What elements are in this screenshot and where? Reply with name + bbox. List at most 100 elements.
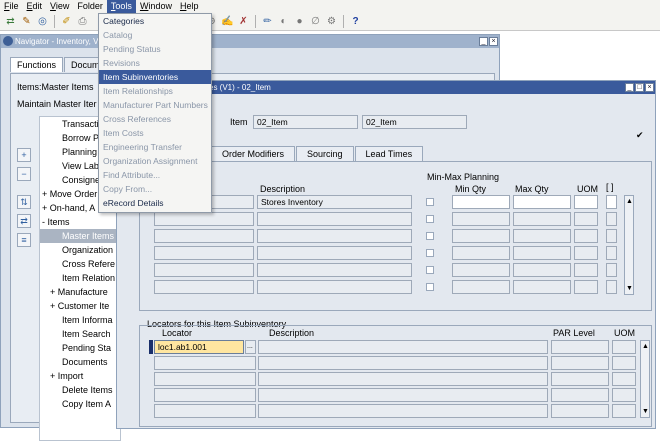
clip-icon[interactable]: ∅ — [309, 15, 322, 28]
expand-branch-button[interactable]: ⇄ — [17, 214, 31, 228]
tree-item[interactable]: Pending Sta — [40, 341, 120, 355]
subinventory-field[interactable] — [154, 212, 254, 226]
description-field[interactable] — [257, 246, 412, 260]
min-qty-field[interactable] — [452, 212, 510, 226]
loc-uom-field[interactable] — [612, 356, 636, 370]
par-level-field[interactable] — [551, 340, 609, 354]
lov-button[interactable]: ... — [245, 340, 256, 354]
minmax-checkbox[interactable] — [426, 215, 434, 223]
tab-lead-times[interactable]: Lead Times — [354, 146, 424, 161]
tree-item[interactable]: Item Relation — [40, 271, 120, 285]
vertical-scrollbar[interactable]: ▲ ▼ — [640, 340, 650, 418]
delete-icon[interactable]: ✗ — [237, 15, 250, 28]
navigate-icon[interactable]: ◎ — [36, 15, 49, 28]
par-level-field[interactable] — [551, 372, 609, 386]
menu-item-cross-references[interactable]: Cross References — [99, 112, 211, 126]
min-qty-field[interactable] — [452, 246, 510, 260]
minmax-checkbox[interactable] — [426, 266, 434, 274]
tree-item[interactable]: Item Informa — [40, 313, 120, 327]
par-level-field[interactable] — [551, 356, 609, 370]
tree-item[interactable]: Copy Item A — [40, 397, 120, 411]
min-qty-field[interactable] — [452, 263, 510, 277]
item-field[interactable]: 02_Item — [253, 115, 358, 129]
collapse-button[interactable]: − — [17, 167, 31, 181]
expand-button[interactable]: + — [17, 148, 31, 162]
loc-uom-field[interactable] — [612, 340, 636, 354]
loc-uom-field[interactable] — [612, 372, 636, 386]
tree-item[interactable]: Cross Refere — [40, 257, 120, 271]
extra-field[interactable] — [606, 246, 617, 260]
description-field[interactable] — [257, 263, 412, 277]
max-qty-field[interactable] — [513, 212, 571, 226]
uom-field[interactable] — [574, 229, 598, 243]
description-field[interactable] — [257, 212, 412, 226]
save-icon[interactable]: ⎙ — [76, 15, 89, 28]
help-icon[interactable]: ? — [349, 15, 362, 28]
minmax-checkbox[interactable] — [426, 198, 434, 206]
menu-view[interactable]: View — [46, 0, 73, 13]
translate-icon[interactable]: ◐ — [277, 15, 290, 28]
folder-icon[interactable]: ✐ — [60, 15, 73, 28]
tree-item[interactable]: + Manufacture — [40, 285, 120, 299]
loc-uom-field[interactable] — [612, 404, 636, 418]
uom-field[interactable] — [574, 246, 598, 260]
extra-field[interactable] — [606, 280, 617, 294]
scroll-up-icon[interactable]: ▲ — [626, 198, 633, 205]
menu-item-organization-assignment[interactable]: Organization Assignment — [99, 154, 211, 168]
extra-field[interactable] — [606, 229, 617, 243]
menu-item-find-attribute[interactable]: Find Attribute... — [99, 168, 211, 182]
max-qty-field[interactable] — [513, 246, 571, 260]
description-field[interactable] — [257, 280, 412, 294]
menu-item-item-relationships[interactable]: Item Relationships — [99, 84, 211, 98]
close-icon[interactable]: × — [489, 37, 498, 46]
tab-functions[interactable]: Functions — [10, 57, 64, 72]
par-level-field[interactable] — [551, 404, 609, 418]
locator-field[interactable] — [154, 356, 256, 370]
extra-field[interactable] — [606, 212, 617, 226]
uom-field[interactable] — [574, 195, 598, 209]
max-qty-field[interactable] — [513, 263, 571, 277]
folder-tools-icon[interactable]: ⚙ — [325, 15, 338, 28]
tree-item[interactable]: Item Search — [40, 327, 120, 341]
menu-item-erecord-details[interactable]: eRecord Details — [99, 196, 211, 210]
checkbox-checked[interactable]: ✔ — [636, 131, 644, 140]
zoom-icon[interactable]: ✏ — [261, 15, 274, 28]
loc-description-field[interactable] — [258, 340, 548, 354]
max-qty-field[interactable] — [513, 280, 571, 294]
loc-uom-field[interactable] — [612, 388, 636, 402]
minmax-checkbox[interactable] — [426, 283, 434, 291]
minimize-icon[interactable]: _ — [479, 37, 488, 46]
par-level-field[interactable] — [551, 388, 609, 402]
minmax-checkbox[interactable] — [426, 232, 434, 240]
locator-field[interactable] — [154, 388, 256, 402]
min-qty-field[interactable] — [452, 195, 510, 209]
locator-field[interactable] — [154, 404, 256, 418]
vertical-scrollbar[interactable]: ▲ ▼ — [624, 195, 634, 295]
tree-item[interactable]: Delete Items — [40, 383, 120, 397]
tab-sourcing[interactable]: Sourcing — [296, 146, 354, 161]
collapse-all-button[interactable]: ≡ — [17, 233, 31, 247]
menu-item-item-costs[interactable]: Item Costs — [99, 126, 211, 140]
uom-field[interactable] — [574, 280, 598, 294]
new-icon[interactable]: ⇄ — [4, 15, 17, 28]
find-icon[interactable]: ✎ — [20, 15, 33, 28]
maximize-icon[interactable]: □ — [635, 83, 644, 92]
tree-item[interactable]: Organization — [40, 243, 120, 257]
menu-item-manufacturer-part-numbers[interactable]: Manufacturer Part Numbers — [99, 98, 211, 112]
minimize-icon[interactable]: _ — [625, 83, 634, 92]
description-field[interactable] — [257, 229, 412, 243]
item-description-field[interactable]: 02_Item — [362, 115, 467, 129]
tree-item[interactable]: - Items — [40, 215, 120, 229]
max-qty-field[interactable] — [513, 195, 571, 209]
scroll-down-icon[interactable]: ▼ — [642, 408, 649, 415]
locator-field[interactable]: loc1.ab1.001 — [154, 340, 244, 354]
subinventory-field[interactable] — [154, 229, 254, 243]
menu-file[interactable]: File — [0, 0, 23, 13]
menu-window[interactable]: Window — [136, 0, 176, 13]
menu-folder[interactable]: Folder — [73, 0, 107, 13]
uom-field[interactable] — [574, 263, 598, 277]
menu-item-pending-status[interactable]: Pending Status — [99, 42, 211, 56]
menu-item-item-subinventories[interactable]: Item Subinventories — [99, 70, 211, 84]
expand-all-button[interactable]: ⇅ — [17, 195, 31, 209]
loc-description-field[interactable] — [258, 388, 548, 402]
